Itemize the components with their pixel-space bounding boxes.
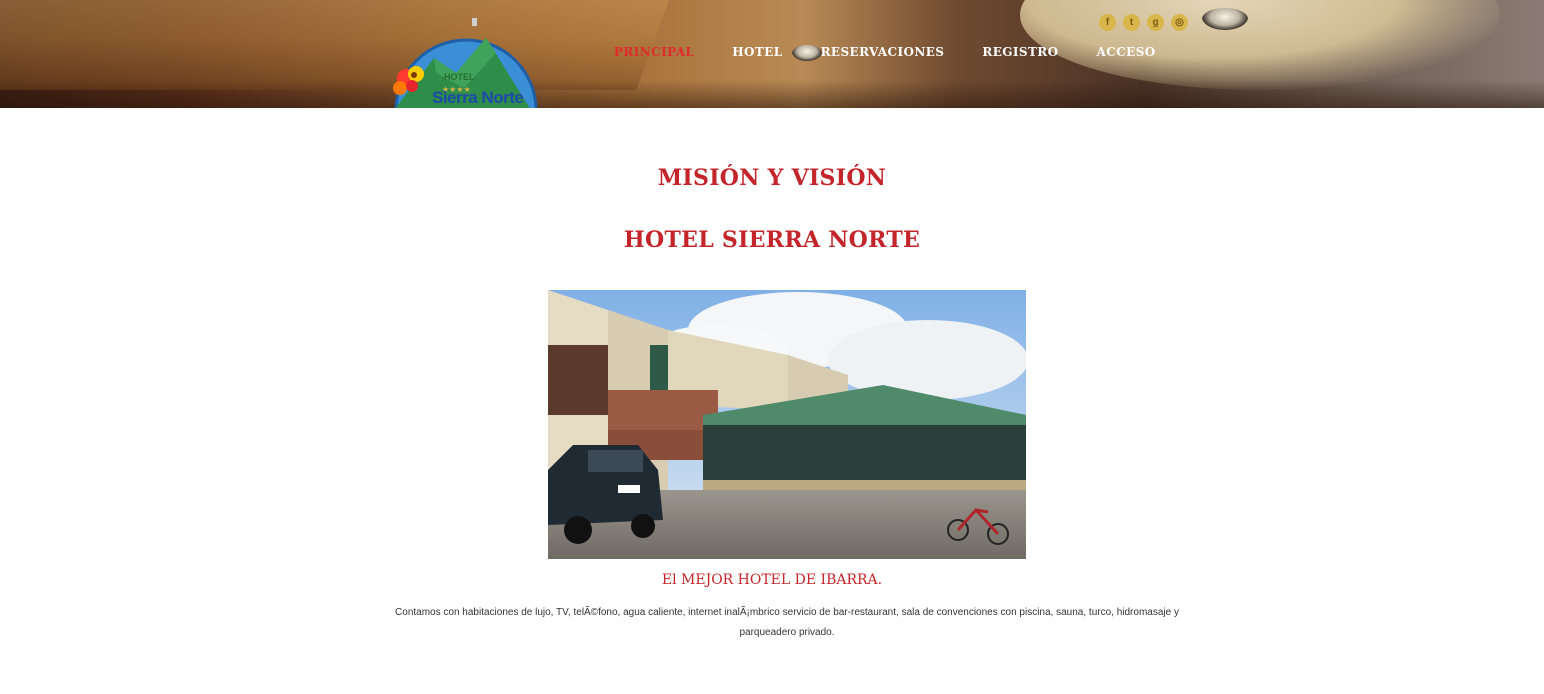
ceiling-lamp <box>1202 8 1248 30</box>
twitter-icon[interactable]: t <box>1123 14 1140 31</box>
svg-text:HOTEL: HOTEL <box>444 72 475 82</box>
nav-item-acceso[interactable]: ACCESO <box>1097 45 1156 59</box>
nav-item-registro[interactable]: REGISTRO <box>982 45 1058 59</box>
dribbble-icon[interactable]: ◎ <box>1171 14 1188 31</box>
logo-wordmark: Sierra Norte <box>432 88 524 107</box>
social-links: f t g ◎ <box>1099 14 1188 31</box>
page-title: MISIÓN Y VISIÓN <box>657 165 887 191</box>
nav-item-reservaciones[interactable]: RESERVACIONES <box>821 45 945 59</box>
ceiling-beam <box>0 80 1544 108</box>
google-plus-icon[interactable]: g <box>1147 14 1164 31</box>
nav-item-principal[interactable]: PRINCIPAL <box>614 45 694 59</box>
ceiling-panel <box>0 0 684 90</box>
hotel-photo-illustration <box>548 290 1026 559</box>
nav-item-hotel[interactable]: HOTEL <box>732 45 782 59</box>
photo-caption: El MEJOR HOTEL DE IBARRA. <box>661 572 883 588</box>
header-banner: HOTEL ★★★★ Sierra Norte PRINCIPAL HOTEL … <box>0 0 1544 108</box>
page-subtitle: HOTEL SIERRA NORTE <box>623 227 921 253</box>
hotel-description: Contamos con habitaciones de lujo, TV, t… <box>395 607 1179 638</box>
main-nav: PRINCIPAL HOTEL RESERVACIONES REGISTRO A… <box>614 45 1194 59</box>
hotel-building-photo <box>548 290 1026 559</box>
facebook-icon[interactable]: f <box>1099 14 1116 31</box>
